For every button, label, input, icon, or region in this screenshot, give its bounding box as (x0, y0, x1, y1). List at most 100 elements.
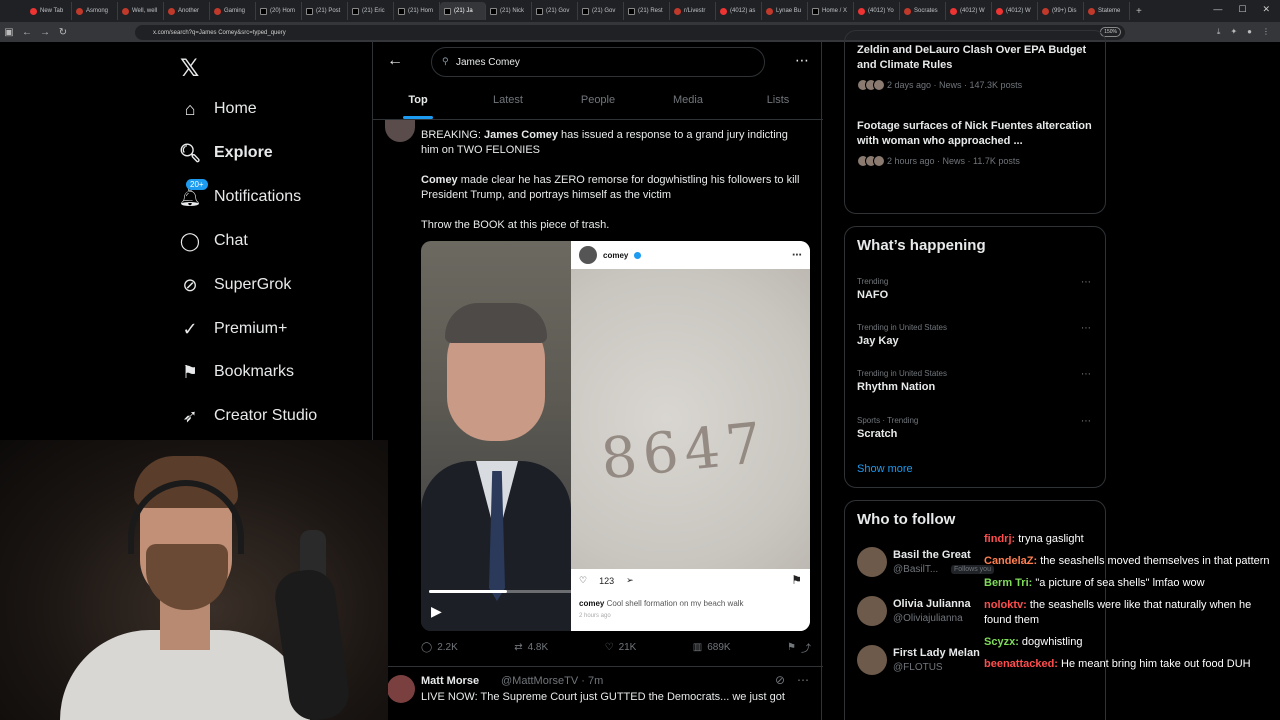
nav-item-notifications[interactable]: 🔔︎ 20+ Notifications (178, 179, 301, 207)
suggestion-name: First Lady Melan (893, 647, 980, 659)
nav-item-bookmarks[interactable]: ⚑ Bookmarks (180, 362, 294, 382)
browser-tab[interactable]: Gaming (210, 2, 256, 20)
search-input[interactable]: ⚲ James Comey (431, 47, 765, 77)
browser-tab[interactable]: (20) Hom (256, 2, 302, 20)
browser-tab[interactable]: (21) Ja (440, 2, 486, 20)
more-icon[interactable]: ⋯ (797, 673, 809, 687)
browser-tab[interactable]: (21) Hom (394, 2, 440, 20)
browser-tab[interactable]: (21) Eric (348, 2, 394, 20)
new-tab-icon[interactable]: + (1136, 6, 1142, 17)
fullscreen-icon[interactable]: ⤢ (790, 604, 800, 619)
browser-tab[interactable]: (21) Post (302, 2, 348, 20)
settings-icon[interactable]: ⚙ (768, 604, 779, 619)
reply-button[interactable]: ◯ 2.2K (421, 640, 458, 655)
views-button[interactable]: ▥ 689K (693, 640, 731, 655)
browser-tab[interactable]: Lynae Bu (762, 2, 808, 20)
video-progress-bar[interactable] (429, 590, 802, 593)
menu-icon[interactable]: ⋮ (1262, 27, 1270, 37)
browser-tab[interactable]: (99+) Dis (1038, 2, 1084, 20)
browser-tab[interactable]: Well, well (118, 2, 164, 20)
more-icon[interactable]: ⋯ (1081, 323, 1091, 334)
tab-top[interactable]: Top (373, 86, 463, 119)
browser-tab[interactable]: (21) Gov (578, 2, 624, 20)
author-avatar[interactable] (387, 675, 415, 703)
minimize-icon[interactable]: — (1213, 4, 1222, 15)
more-icon[interactable]: ⋯ (1081, 277, 1091, 288)
trend-item[interactable]: Sports · Trending Scratch ⋯ (857, 416, 1097, 440)
browser-extension-icons: ⤓ ✦ ● ⋮ (1217, 27, 1270, 37)
browser-tab[interactable]: Socrates (900, 2, 946, 20)
author-name[interactable]: Matt Morse (421, 675, 479, 687)
bookmark-button[interactable]: ⚑ ⤴ (787, 640, 811, 655)
more-icon[interactable]: ⋯ (1081, 416, 1091, 427)
browser-tab[interactable]: Another (164, 2, 210, 20)
avatar[interactable] (857, 596, 887, 626)
tab-favicon-icon (904, 7, 911, 15)
news-item[interactable]: Footage surfaces of Nick Fuentes alterca… (857, 119, 1097, 167)
close-icon[interactable]: ✕ (1262, 4, 1270, 15)
like-button[interactable]: ♡ 21K (605, 640, 637, 655)
profile-icon[interactable]: ● (1247, 27, 1252, 37)
play-icon[interactable]: ▶ (431, 603, 442, 620)
author-avatar[interactable] (385, 120, 415, 142)
browser-tab[interactable]: r/Livestr (670, 2, 716, 20)
ig-username: comey (603, 250, 629, 260)
avatar[interactable] (857, 547, 887, 577)
browser-tab[interactable]: (21) Rest (624, 2, 670, 20)
browser-tab[interactable]: Stateme (1084, 2, 1130, 20)
reload-icon[interactable]: ↻ (54, 27, 72, 38)
repost-button[interactable]: ⇄ 4.8K (514, 640, 548, 655)
trend-topic: Rhythm Nation (857, 381, 936, 393)
browser-tab[interactable]: (4012) W (992, 2, 1038, 20)
browser-tab[interactable]: (4012) Yo (854, 2, 900, 20)
tab-latest[interactable]: Latest (463, 86, 553, 119)
back-arrow-icon[interactable]: ← (387, 52, 403, 70)
trend-item[interactable]: Trending in United States Rhythm Nation ⋯ (857, 369, 1097, 393)
tab-favicon-icon (950, 7, 957, 15)
x-logo-icon[interactable]: 𝕏 (180, 54, 199, 83)
download-icon[interactable]: ⤓ (1217, 27, 1221, 37)
back-icon[interactable]: ← (18, 27, 36, 38)
tab-people[interactable]: People (553, 86, 643, 119)
browser-tab[interactable]: New Tab (26, 2, 72, 20)
nav-item-premium[interactable]: ✓ Premium+ (180, 319, 287, 339)
nav-item-explore[interactable]: 🔍︎ Explore (179, 143, 273, 163)
tab-label: Another (178, 8, 200, 14)
browser-tab[interactable]: (4012) as (716, 2, 762, 20)
maximize-icon[interactable]: ☐ (1238, 4, 1246, 15)
verified-icon (634, 251, 642, 259)
bell-icon: 🔔︎ (178, 186, 202, 207)
share-icon[interactable]: ⤴ (801, 640, 811, 655)
extension-icon[interactable]: ✦ (1230, 27, 1237, 37)
forward-icon[interactable]: → (36, 27, 54, 38)
trend-item[interactable]: Trending NAFO ⋯ (857, 277, 1097, 301)
news-item[interactable]: Zeldin and DeLauro Clash Over EPA Budget… (857, 43, 1097, 91)
ig-avatar (579, 246, 597, 264)
tweet-item[interactable]: Matt Morse @MattMorseTV · 7m ⊘ ⋯ LIVE NOW… (373, 666, 823, 720)
nav-item-home[interactable]: ⌂ Home (180, 99, 257, 119)
avatar[interactable] (857, 645, 887, 675)
tab-lists[interactable]: Lists (733, 86, 823, 119)
browser-tab[interactable]: (21) Gov (532, 2, 578, 20)
more-icon[interactable]: ⋯ (1081, 369, 1091, 380)
nav-item-supergrok[interactable]: ⊘ SuperGrok (180, 275, 291, 295)
chat-message: Berm Tri: "a picture of sea shells" lmfa… (984, 576, 1274, 591)
browser-tab-strip: New Tab Asmong Well, well Another Gaming (20)… (0, 0, 1280, 22)
tab-media[interactable]: Media (643, 86, 733, 119)
window-controls[interactable]: — ☐ ✕ (1213, 4, 1270, 15)
view-count: 689K (707, 642, 731, 653)
tweet-video[interactable]: comey ⋯ 8647 ♡ 123 ➢ ⚑ comey Cool shell … (421, 241, 810, 631)
browser-tab[interactable]: (21) Nick (486, 2, 532, 20)
volume-icon[interactable]: 🔈︎ (748, 604, 755, 619)
nav-item-chat[interactable]: ◯ Chat (180, 231, 248, 251)
browser-tab[interactable]: Asmong (72, 2, 118, 20)
sidebar-toggle-icon[interactable]: ▣ (0, 27, 18, 38)
more-icon[interactable]: ⋯ (795, 52, 809, 69)
nav-item-creator-studio[interactable]: ➶ Creator Studio (180, 406, 317, 426)
show-more-link[interactable]: Show more (857, 463, 913, 475)
grok-icon[interactable]: ⊘ (775, 673, 785, 687)
browser-tab[interactable]: (4012) W (946, 2, 992, 20)
trend-item[interactable]: Trending in United States Jay Kay ⋯ (857, 323, 1097, 347)
repost-icon: ⇄ (514, 642, 523, 653)
browser-tab[interactable]: Home / X (808, 2, 854, 20)
